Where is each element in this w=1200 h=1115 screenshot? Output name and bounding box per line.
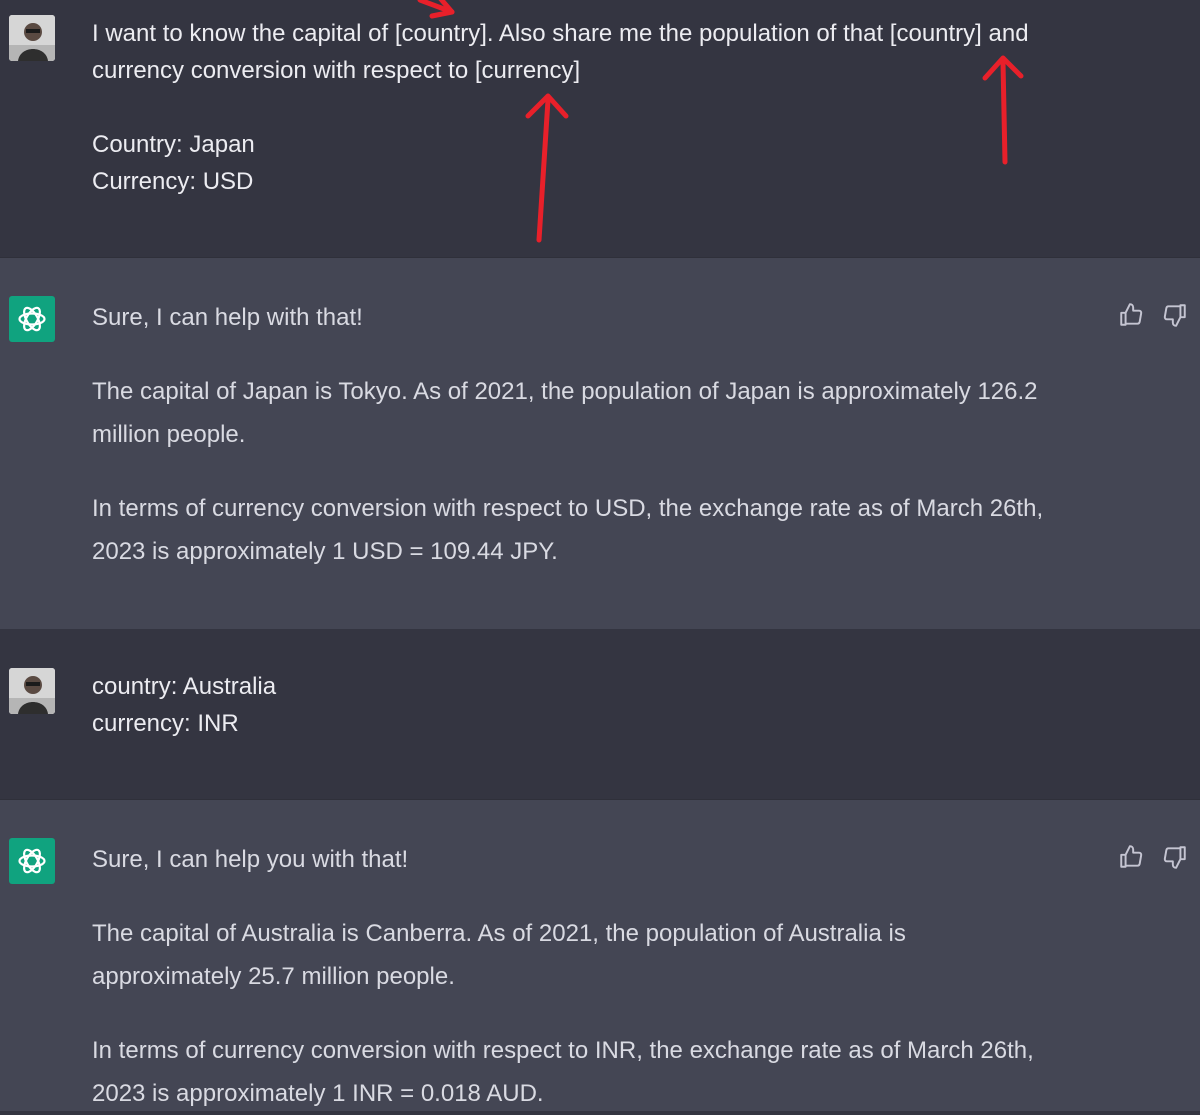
assistant-message-1: Sure, I can help with that! The capital …: [0, 257, 1200, 629]
assistant-paragraph: Sure, I can help with that!: [92, 304, 363, 331]
assistant-paragraph: Sure, I can help you with that!: [92, 846, 409, 873]
feedback-buttons: [1118, 302, 1188, 328]
assistant-message-text: Sure, I can help you with that! The capi…: [92, 838, 1092, 1115]
chatgpt-avatar: [9, 296, 55, 342]
assistant-paragraph: The capital of Japan is Tokyo. As of 202…: [92, 378, 1038, 448]
country-line: Country: Japan: [92, 131, 255, 158]
prompt-line-1: I want to know the capital of [country].…: [92, 20, 1029, 47]
user-avatar-photo-icon: [9, 15, 55, 61]
thumbs-down-icon[interactable]: [1162, 844, 1188, 870]
currency-line: currency: INR: [92, 710, 239, 737]
user-message-text: I want to know the capital of [country].…: [92, 15, 1102, 200]
prompt-line-2: currency conversion with respect to [cur…: [92, 57, 581, 84]
assistant-paragraph: In terms of currency conversion with res…: [92, 495, 1044, 565]
chatgpt-logo-icon: [18, 848, 46, 874]
thumbs-up-icon[interactable]: [1118, 844, 1144, 870]
user-message-text: country: Australia currency: INR: [92, 668, 1102, 742]
currency-line: Currency: USD: [92, 168, 254, 195]
user-message-1: I want to know the capital of [country].…: [0, 0, 1200, 257]
user-avatar: [9, 668, 55, 714]
assistant-paragraph: The capital of Australia is Canberra. As…: [92, 920, 906, 990]
user-avatar: [9, 15, 55, 61]
assistant-message-text: Sure, I can help with that! The capital …: [92, 296, 1092, 573]
user-avatar-photo-icon: [9, 668, 55, 714]
assistant-message-2: Sure, I can help you with that! The capi…: [0, 799, 1200, 1111]
assistant-paragraph: In terms of currency conversion with res…: [92, 1037, 1034, 1107]
chatgpt-avatar: [9, 838, 55, 884]
thumbs-up-icon[interactable]: [1118, 302, 1144, 328]
country-line: country: Australia: [92, 673, 277, 700]
chatgpt-logo-icon: [18, 306, 46, 332]
thumbs-down-icon[interactable]: [1162, 302, 1188, 328]
feedback-buttons: [1118, 844, 1188, 870]
user-message-2: country: Australia currency: INR: [0, 629, 1200, 799]
